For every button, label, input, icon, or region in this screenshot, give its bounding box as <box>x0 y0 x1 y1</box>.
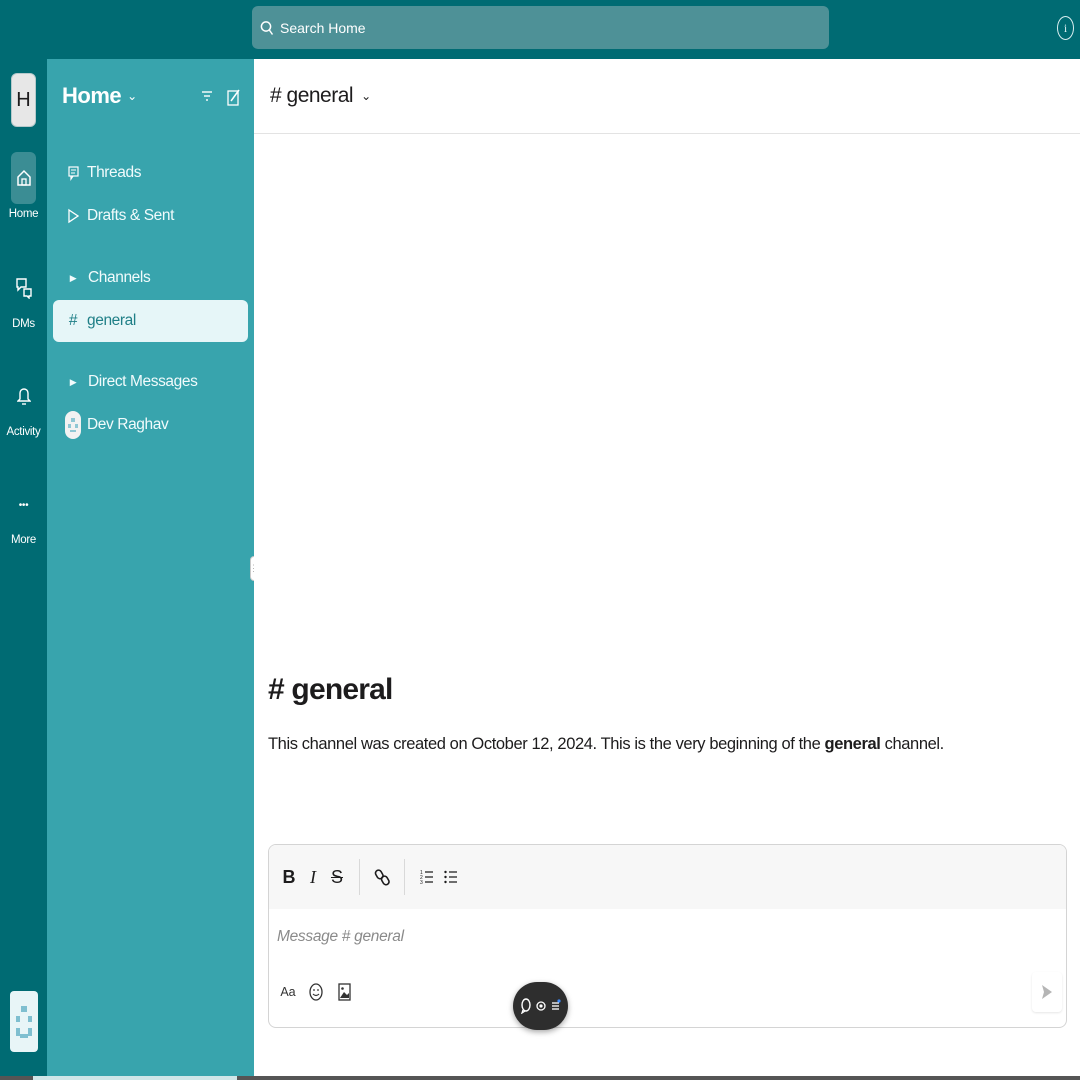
search-icon <box>260 20 274 35</box>
ordered-list-button[interactable]: 123 <box>417 863 437 891</box>
channels-section-header[interactable]: ▶ Channels <box>53 257 248 299</box>
taskbar-active-segment <box>33 1076 237 1080</box>
search-bar[interactable]: Search Home <box>252 6 829 49</box>
sidebar-item-threads[interactable]: Threads <box>53 152 248 194</box>
hash-icon: # <box>68 312 78 329</box>
intro-channel-name: general <box>824 735 881 753</box>
chevron-down-icon: ⌄ <box>361 89 371 103</box>
rail-item-dms[interactable]: DMs <box>0 262 47 330</box>
channel-label: general <box>87 312 136 329</box>
channel-sidebar: Home ⌄ Threads Drafts & Sent ▶ Channels … <box>47 59 254 1080</box>
rail-label-activity: Activity <box>6 426 41 438</box>
dms-icon <box>11 262 36 314</box>
channel-header[interactable]: # general ⌄ <box>254 59 1080 134</box>
attach-image-button[interactable] <box>335 979 353 1005</box>
workspace-switcher[interactable]: H <box>11 73 36 127</box>
send-icon <box>1042 985 1052 999</box>
top-bar: Search Home i <box>0 0 1080 59</box>
sidebar-item-general[interactable]: # general <box>53 300 248 342</box>
section-label: Channels <box>88 269 151 286</box>
workspace-name: Home <box>62 83 122 108</box>
dm-label: Dev Raghav <box>87 416 169 433</box>
rail-label-dms: DMs <box>12 318 35 330</box>
bell-icon <box>11 370 36 422</box>
intro-text-end: channel. <box>880 735 945 753</box>
svg-text:3: 3 <box>420 880 423 886</box>
sidebar-tools <box>201 87 240 107</box>
filter-icon[interactable] <box>201 87 213 105</box>
toolbar-divider <box>359 859 360 895</box>
text-format-button[interactable]: Aa <box>279 979 297 1005</box>
workspace-rail: H Home DMs Activity ••• More <box>0 59 47 1080</box>
caret-right-icon: ▶ <box>69 272 77 283</box>
link-button[interactable] <box>372 863 392 891</box>
ordered-list-icon: 123 <box>420 870 433 886</box>
emoji-icon <box>309 983 323 1001</box>
toolbar-divider <box>404 859 405 895</box>
italic-button[interactable]: I <box>303 863 323 891</box>
intro-text-start: This channel was created on October 12, … <box>268 735 825 753</box>
send-icon <box>65 208 81 224</box>
channel-intro-text: This channel was created on October 12, … <box>268 735 944 754</box>
rail-label-more: More <box>10 534 36 546</box>
caret-right-icon: ▶ <box>69 376 77 387</box>
taskbar-strip <box>0 1076 1080 1080</box>
sidebar-item-drafts[interactable]: Drafts & Sent <box>53 195 248 237</box>
workspace-menu[interactable]: Home ⌄ <box>62 83 137 109</box>
dm-section-header[interactable]: ▶ Direct Messages <box>53 361 248 403</box>
strikethrough-button[interactable]: S <box>327 863 347 891</box>
more-icon: ••• <box>18 499 29 511</box>
floating-widget[interactable] <box>513 982 568 1030</box>
bullet-list-icon <box>444 870 457 884</box>
rail-item-more[interactable]: ••• More <box>0 480 47 547</box>
rail-item-home[interactable]: Home <box>0 152 47 220</box>
message-input[interactable] <box>277 923 977 951</box>
avatar <box>65 411 81 439</box>
section-label: Direct Messages <box>88 373 198 390</box>
image-icon <box>337 983 351 1001</box>
channel-view: # general ⌄ # general This channel was c… <box>254 59 1080 1080</box>
info-icon[interactable]: i <box>1057 16 1074 40</box>
emoji-button[interactable] <box>307 979 325 1005</box>
record-icon <box>535 1001 546 1011</box>
compose-icon[interactable] <box>227 87 240 107</box>
rail-item-activity[interactable]: Activity <box>0 370 47 438</box>
channel-intro-title: # general <box>268 673 393 706</box>
search-placeholder: Search Home <box>280 19 366 36</box>
message-composer: B I S 123 Aa <box>268 844 1067 1028</box>
bold-button[interactable]: B <box>279 863 299 891</box>
user-avatar[interactable] <box>10 991 38 1052</box>
composer-actions: Aa <box>279 979 353 1005</box>
bullet-list-button[interactable] <box>441 863 461 891</box>
channel-title: # general <box>270 84 354 107</box>
formatting-toolbar: B I S 123 <box>269 845 1066 909</box>
sidebar-item-dm-dev-raghav[interactable]: Dev Raghav <box>53 404 248 446</box>
threads-icon <box>65 165 81 181</box>
menu-icon <box>551 999 561 1010</box>
sidebar-item-label: Drafts & Sent <box>87 207 174 224</box>
sidebar-item-label: Threads <box>87 164 142 181</box>
chat-bubble-icon <box>520 998 531 1014</box>
rail-label-home: Home <box>8 208 39 220</box>
link-icon <box>374 869 390 886</box>
home-icon <box>11 152 36 204</box>
send-button[interactable] <box>1032 972 1062 1012</box>
chevron-down-icon: ⌄ <box>127 89 137 103</box>
